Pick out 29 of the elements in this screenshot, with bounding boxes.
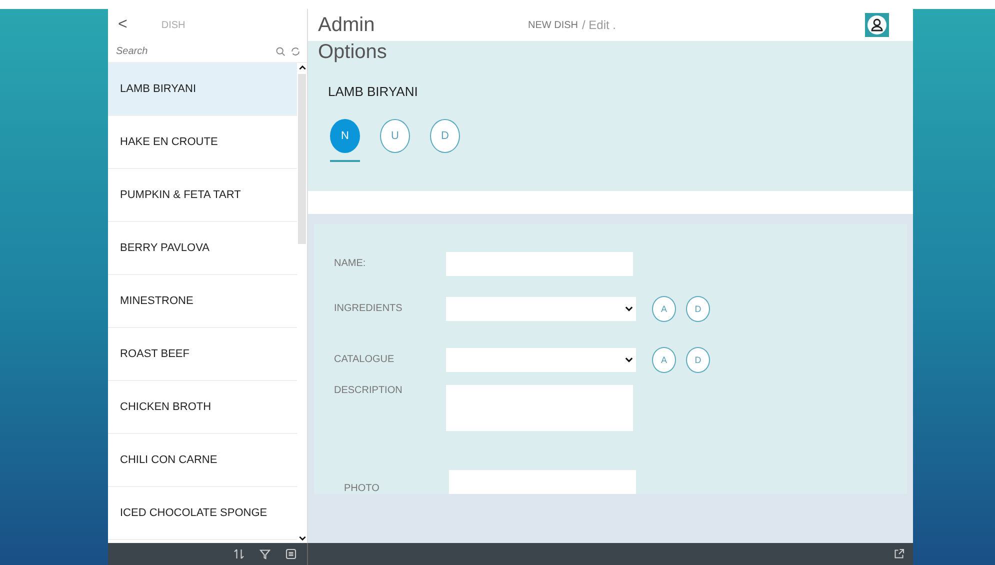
page-title: Admin [318,14,376,36]
section-title: Options [318,41,388,64]
sort-icon[interactable] [233,548,245,560]
chevron-down-icon [624,304,634,314]
sidebar-title: DISH [161,20,186,30]
dish-list-item[interactable]: LAMB BIRYANI [108,63,297,116]
back-button[interactable]: < [118,16,128,34]
tab-underline [330,160,360,162]
scrollbar-thumb[interactable] [298,74,306,244]
user-icon [867,15,887,35]
chevron-down-icon[interactable] [298,534,306,543]
filter-icon[interactable] [259,548,271,560]
list-icon[interactable] [285,548,297,560]
field-label: INGREDIENTS [334,303,404,314]
field-label: NAME: [334,258,367,270]
chevron-down-icon [624,354,634,365]
field-label: CATALOGUE [334,354,396,366]
breadcrumb-link[interactable]: NEW DISH [528,20,578,30]
text-field[interactable] [446,252,633,276]
share-icon[interactable] [893,548,905,560]
user-avatar[interactable] [865,13,889,37]
text-field[interactable] [449,470,636,494]
breadcrumb-current: / Edit . [582,18,616,32]
field-label: PHOTO [343,482,380,494]
dish-name: LAMB BIRYANI [328,84,419,99]
refresh-icon[interactable] [290,46,301,57]
chevron-up-icon[interactable] [298,63,306,72]
field-label: DESCRIPTION [334,384,404,396]
search-icon[interactable] [275,46,286,57]
